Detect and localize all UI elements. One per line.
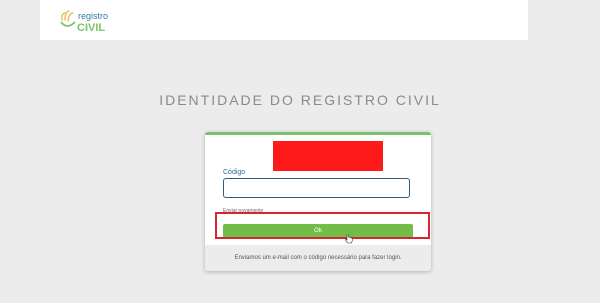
redacted-block (273, 141, 383, 171)
logo-text-bottom: CIVIL (77, 22, 105, 34)
login-card: Código Enviar novamente Ok Enviamos um e… (205, 132, 431, 271)
logo-text-top: registro (78, 11, 108, 21)
code-label: Código (223, 169, 246, 176)
code-input[interactable] (223, 178, 410, 198)
card-footer-message: Enviamos um e-mail com o código necessár… (205, 245, 431, 271)
hand-logo-icon (61, 10, 74, 22)
highlight-box (215, 212, 430, 239)
hand-cursor-icon (345, 234, 353, 244)
page-title: IDENTIDADE DO REGISTRO CIVIL (159, 92, 441, 108)
registro-civil-logo: registro CIVIL (60, 10, 108, 34)
